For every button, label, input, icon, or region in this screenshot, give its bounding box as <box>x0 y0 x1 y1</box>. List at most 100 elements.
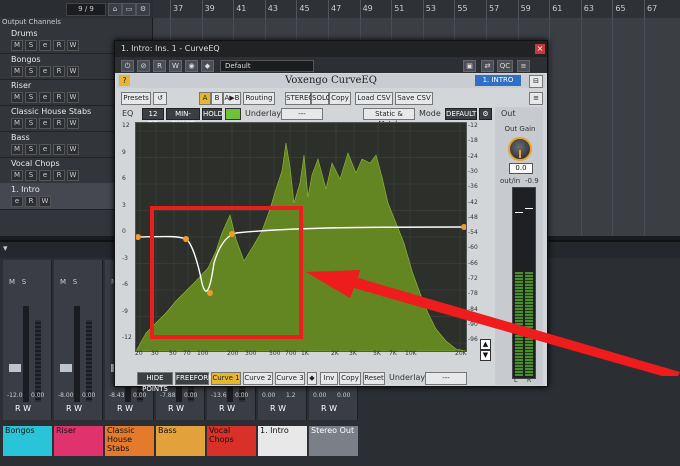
solo-button[interactable]: SOLO <box>311 92 331 105</box>
track-button-r[interactable]: R <box>53 92 65 103</box>
preset-field[interactable]: Default <box>220 60 314 72</box>
track-button-w[interactable]: W <box>67 66 79 77</box>
track-button-m[interactable]: M <box>11 66 23 77</box>
track-button-w[interactable]: W <box>67 40 79 51</box>
channel-pan[interactable]: 0.00 <box>235 392 248 399</box>
load-csv-button[interactable]: Load CSV <box>355 92 393 105</box>
channel-rw-buttons[interactable]: R W <box>15 404 31 413</box>
presets-button[interactable]: Presets <box>121 92 151 105</box>
bypass-icon[interactable]: ⊘ <box>137 60 150 72</box>
channel-volume[interactable]: 0.00 <box>313 392 326 399</box>
track-button-m[interactable]: M <box>11 40 23 51</box>
channel-pan[interactable]: 0.00 <box>82 392 95 399</box>
routing-button[interactable]: Routing <box>243 92 275 105</box>
channel-volume[interactable]: -12.0 <box>7 392 23 399</box>
window-icon[interactable]: ⊟ <box>529 75 543 88</box>
channel-rw-buttons[interactable]: R W <box>168 404 184 413</box>
track-button-r[interactable]: R <box>53 66 65 77</box>
preset-browser-icon[interactable]: ◉ <box>185 60 198 72</box>
channel-pan[interactable]: 0.00 <box>337 392 350 399</box>
channel-rw-buttons[interactable]: R W <box>321 404 337 413</box>
underlay-select[interactable]: --- <box>281 108 323 120</box>
ab-copy-button[interactable]: A▶B <box>223 92 241 105</box>
channel-pan[interactable]: 1.2 <box>286 392 296 399</box>
gear-icon[interactable]: ⚙ <box>479 108 492 120</box>
power-icon[interactable]: ⏻ <box>121 60 134 72</box>
channel-volume[interactable]: -8.43 <box>109 392 125 399</box>
plugin-title-bar[interactable]: 1. Intro: Ins. 1 - CurveEQ <box>115 41 547 57</box>
track-button-w[interactable]: W <box>67 118 79 129</box>
track-button-w[interactable]: W <box>39 196 51 207</box>
track-button-w[interactable]: W <box>67 144 79 155</box>
link-icon[interactable]: ⇄ <box>481 60 494 72</box>
undo-icon[interactable]: ↺ <box>153 92 167 105</box>
track-button-e[interactable]: e <box>39 170 51 181</box>
track-button-m[interactable]: M <box>11 92 23 103</box>
channel-volume[interactable]: -8.00 <box>58 392 74 399</box>
track-button-s[interactable]: S <box>25 92 37 103</box>
close-icon[interactable]: × <box>535 44 545 54</box>
track-button-e[interactable]: e <box>11 196 23 207</box>
channel-volume[interactable]: -13.6 <box>211 392 227 399</box>
settings-icon[interactable]: ⚙ <box>136 3 150 16</box>
out-gain-value[interactable]: 0.0 <box>509 163 533 174</box>
freeform-button[interactable]: FREEFORM <box>175 372 214 385</box>
out-gain-knob[interactable] <box>508 137 532 161</box>
track-button-s[interactable]: S <box>25 118 37 129</box>
channel-label[interactable]: Riser <box>54 426 103 456</box>
static-match-select[interactable]: Static & Match <box>363 108 415 128</box>
switch-icon[interactable]: ◆ <box>201 60 214 72</box>
home-icon[interactable]: ⌂ <box>108 3 122 16</box>
channel-label[interactable]: Bass <box>156 426 205 456</box>
track-button-r[interactable]: R <box>53 144 65 155</box>
track-button-w[interactable]: W <box>67 170 79 181</box>
read-automation-button[interactable]: R <box>153 60 166 72</box>
channel-rw-buttons[interactable]: R W <box>270 404 286 413</box>
copy-button[interactable]: Copy <box>329 92 351 105</box>
track-button-r[interactable]: R <box>25 196 37 207</box>
track-button-e[interactable]: e <box>39 92 51 103</box>
channel-label[interactable]: 1. Intro <box>258 426 307 456</box>
mode-select[interactable]: DEFAULT <box>445 108 477 120</box>
track-button-m[interactable]: M <box>11 144 23 155</box>
track-button-r[interactable]: R <box>53 40 65 51</box>
timeline-ruler[interactable]: 37 39 41 43 45 47 49 51 53 55 57 59 61 63 65 67 <box>153 0 680 18</box>
collapse-icon[interactable]: ▾ <box>3 244 13 254</box>
track-button-w[interactable]: W <box>67 92 79 103</box>
track-button-s[interactable]: S <box>25 170 37 181</box>
save-csv-button[interactable]: Save CSV <box>395 92 433 105</box>
ab-a-button[interactable]: A <box>199 92 211 105</box>
track-button-e[interactable]: e <box>39 40 51 51</box>
track-button-s[interactable]: S <box>25 144 37 155</box>
min-phase-button[interactable]: MIN-PHASE <box>166 108 200 128</box>
track-button-e[interactable]: e <box>39 144 51 155</box>
qc-icon[interactable]: QC <box>497 60 513 72</box>
channel-label[interactable]: Classic House Stabs <box>105 426 154 456</box>
ab-b-button[interactable]: B <box>211 92 223 105</box>
stereo-button[interactable]: STEREO <box>285 92 314 105</box>
track-button-s[interactable]: S <box>25 66 37 77</box>
track-button-m[interactable]: M <box>11 170 23 181</box>
hide-points-button[interactable]: HIDE POINTS <box>137 372 173 393</box>
camera-icon[interactable]: ▣ <box>463 60 476 72</box>
channel-pan[interactable]: 0.00 <box>31 392 44 399</box>
channel-rw-buttons[interactable]: R W <box>219 404 235 413</box>
channel-label[interactable]: Bongos <box>3 426 52 456</box>
track-button-r[interactable]: R <box>53 118 65 129</box>
channel-label[interactable]: Vocal Chops <box>207 426 256 456</box>
hold-button[interactable]: HOLD <box>202 108 223 120</box>
track-button-m[interactable]: M <box>11 118 23 129</box>
folder-icon[interactable]: ▭ <box>122 3 136 16</box>
instance-name[interactable]: 1. INTRO <box>475 75 521 86</box>
write-automation-button[interactable]: W <box>169 60 182 72</box>
curve-1-button[interactable]: Curve 1 <box>211 372 241 385</box>
channel-rw-buttons[interactable]: R W <box>117 404 133 413</box>
track-button-s[interactable]: S <box>25 40 37 51</box>
track-button-r[interactable]: R <box>53 170 65 181</box>
channel-pan[interactable]: 0.00 <box>184 392 197 399</box>
track-button-e[interactable]: e <box>39 66 51 77</box>
curve-2-button[interactable]: Curve 2 <box>243 372 273 385</box>
channel-volume[interactable]: 0.00 <box>262 392 275 399</box>
list-icon[interactable]: ≡ <box>529 92 543 105</box>
menu-icon[interactable]: ≡ <box>517 60 530 72</box>
